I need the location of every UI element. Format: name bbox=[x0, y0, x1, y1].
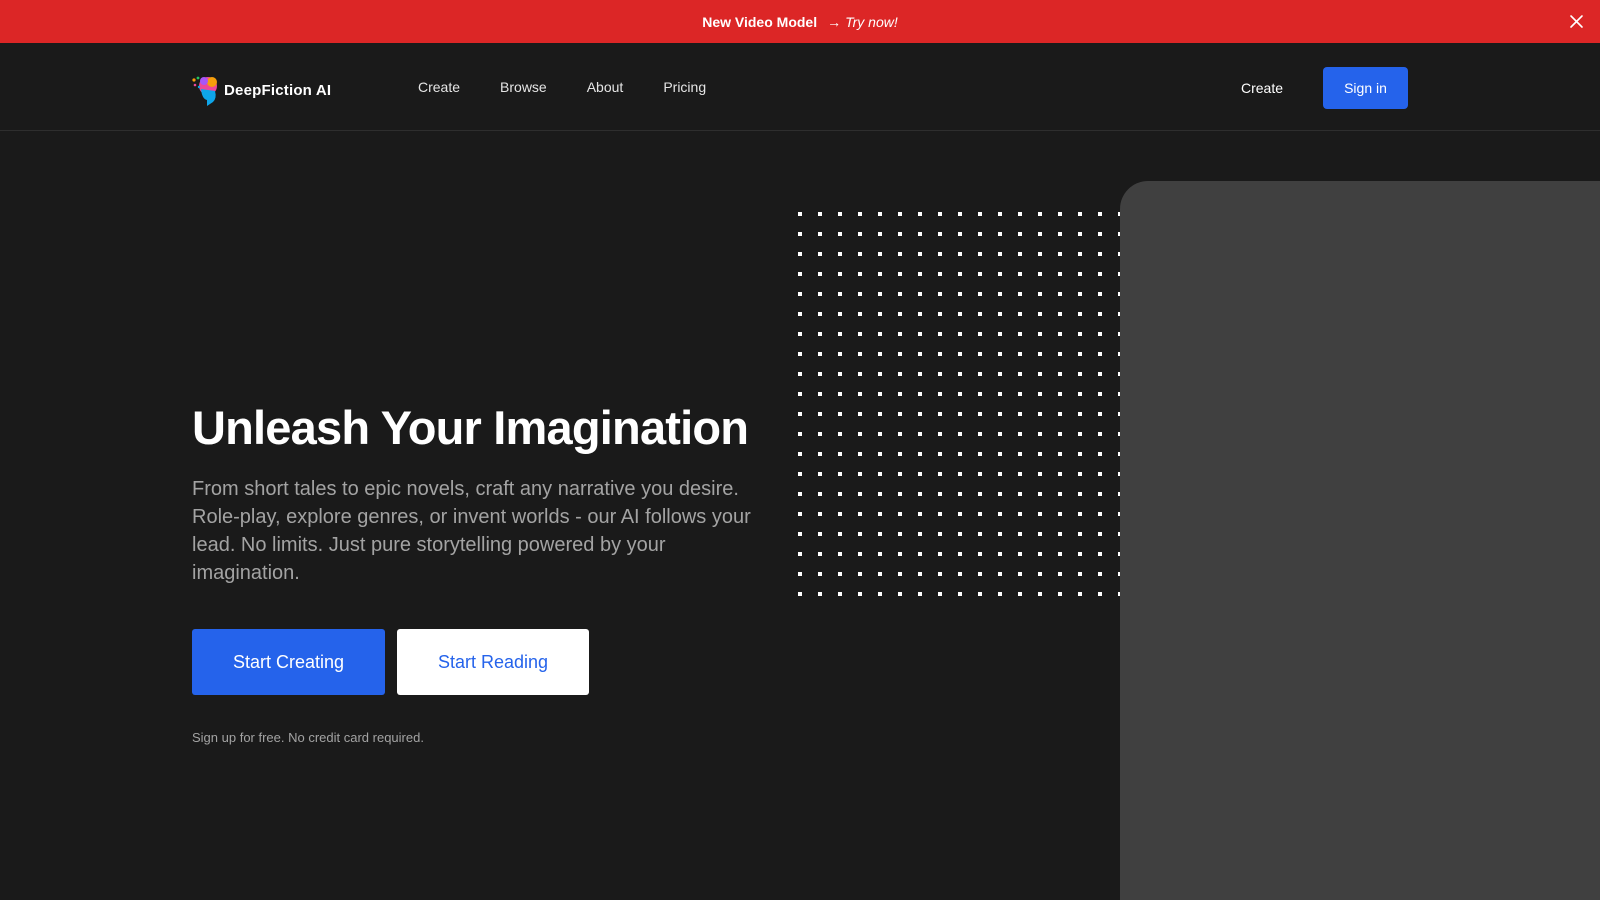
header-create-link[interactable]: Create bbox=[1241, 80, 1283, 96]
start-reading-button[interactable]: Start Reading bbox=[397, 629, 589, 695]
nav-actions: Create Sign in bbox=[1241, 67, 1408, 109]
nav-about[interactable]: About bbox=[587, 79, 624, 95]
top-navigation: DeepFiction AI Create Browse About Prici… bbox=[0, 43, 1600, 131]
hero-media-panel bbox=[1120, 181, 1600, 900]
announcement-title: New Video Model bbox=[702, 13, 818, 30]
announcement-banner: New Video Model → Try now! bbox=[0, 0, 1600, 43]
nav-pricing[interactable]: Pricing bbox=[663, 79, 706, 95]
main-nav-links: Create Browse About Pricing bbox=[418, 43, 746, 131]
brain-logo-icon bbox=[192, 76, 217, 106]
logo[interactable]: DeepFiction AI bbox=[190, 73, 331, 107]
sign-in-button[interactable]: Sign in bbox=[1323, 67, 1408, 109]
arrow-right-icon: → bbox=[827, 13, 842, 30]
hero-subtitle: From short tales to epic novels, craft a… bbox=[192, 478, 751, 584]
close-icon[interactable] bbox=[1569, 14, 1584, 29]
signup-note: Sign up for free. No credit card require… bbox=[192, 730, 424, 745]
announcement-link[interactable]: New Video Model → Try now! bbox=[702, 14, 898, 30]
nav-create[interactable]: Create bbox=[418, 79, 460, 95]
nav-browse[interactable]: Browse bbox=[500, 79, 547, 95]
announcement-cta: Try now! bbox=[845, 13, 898, 30]
hero-title: Unleash Your Imagination bbox=[192, 401, 749, 454]
brand-name: DeepFiction AI bbox=[224, 81, 332, 99]
start-creating-button[interactable]: Start Creating bbox=[192, 629, 385, 695]
